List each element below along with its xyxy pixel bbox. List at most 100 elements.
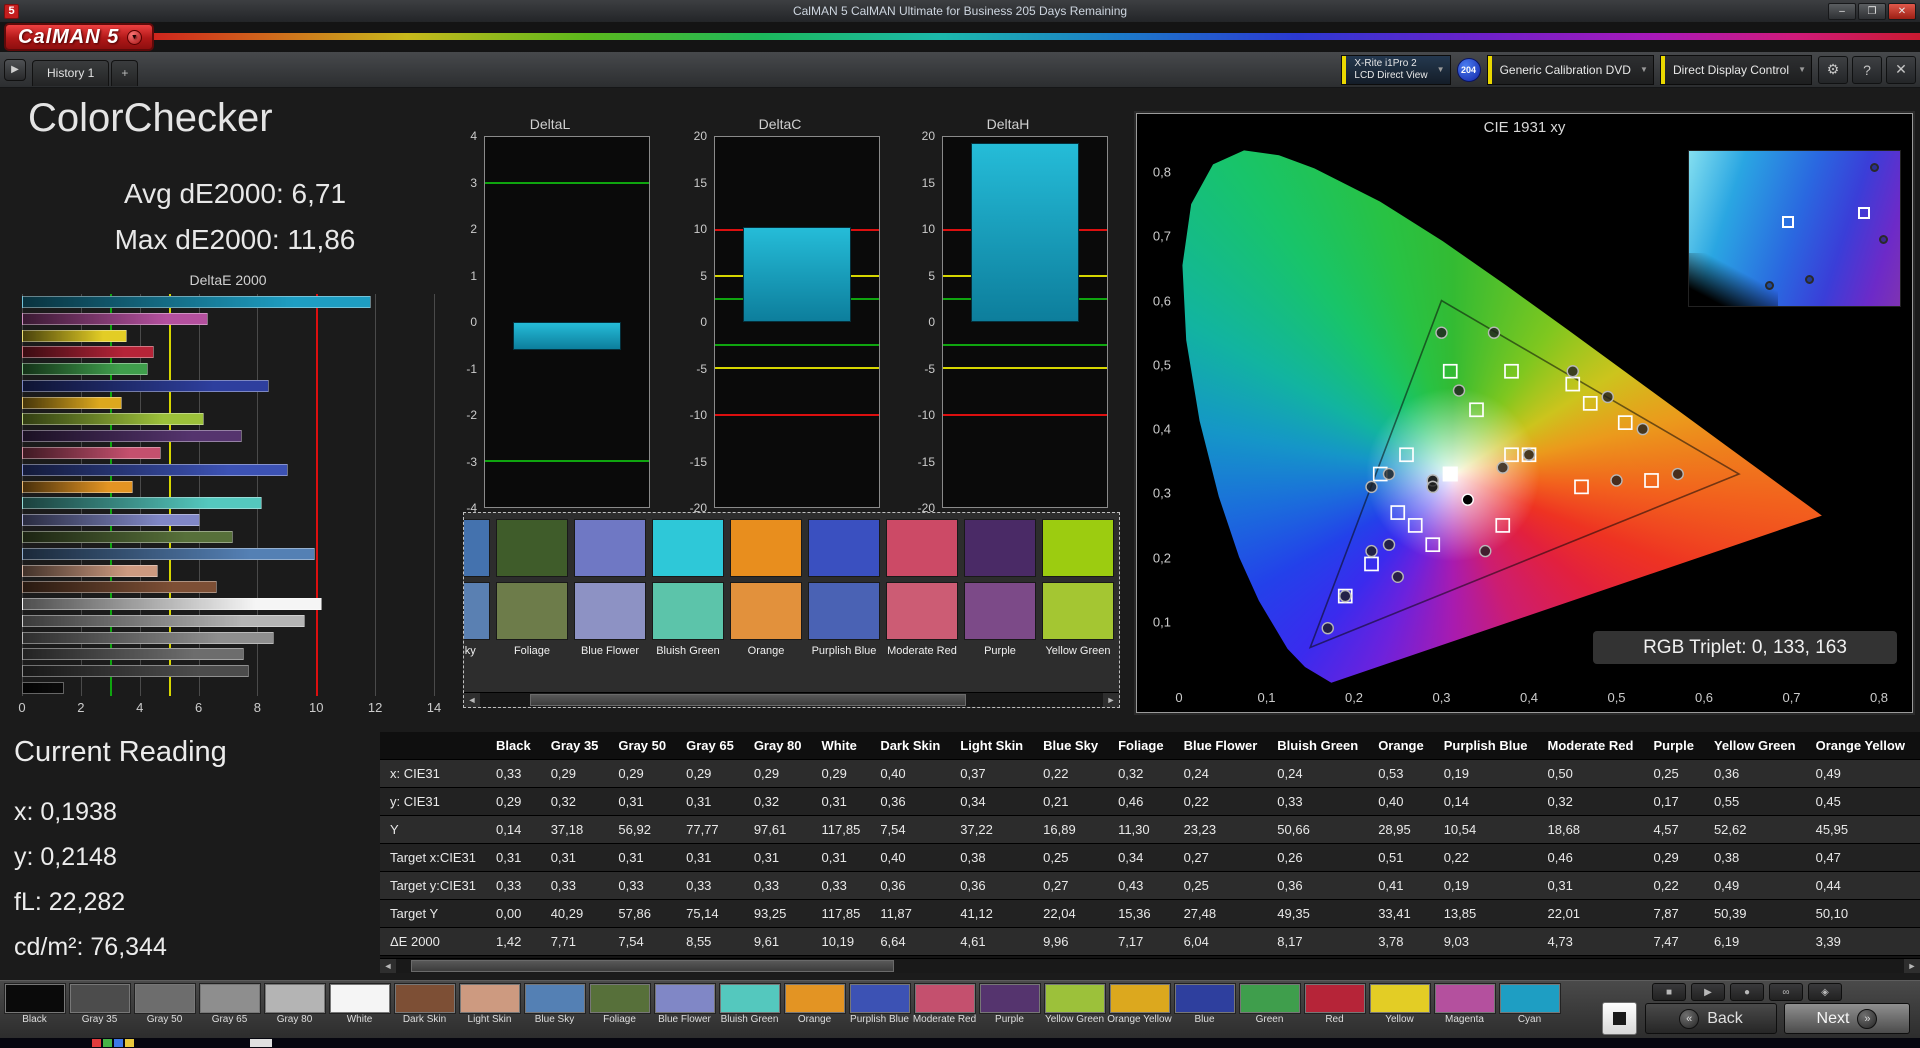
taskbar-icon[interactable] — [114, 1039, 123, 1047]
patch-button[interactable]: Gray 65 — [197, 984, 262, 1026]
help-button[interactable]: ? — [1852, 55, 1882, 84]
table-cell: 75,14 — [676, 899, 744, 928]
app-menu-icon[interactable]: 5 — [4, 3, 19, 19]
stop-button[interactable]: ■ — [1652, 983, 1686, 1001]
measured-swatch[interactable] — [1042, 582, 1114, 640]
swatch-scrollbar[interactable]: ◄ ► — [464, 692, 1119, 707]
source-selector[interactable]: Generic Calibration DVD ▼ — [1486, 54, 1654, 85]
scroll-right-icon[interactable]: ► — [1103, 693, 1119, 707]
table-row: x: CIE31 0,33 0,29 0,29 0,29 0,29 0,29 0,40 0,37… — [380, 759, 1920, 788]
measured-swatch[interactable] — [730, 582, 802, 640]
display-control-selector[interactable]: Direct Display Control ▼ — [1659, 54, 1812, 85]
loop-button[interactable]: ∞ — [1769, 983, 1803, 1001]
reference-swatch[interactable] — [464, 519, 490, 577]
table-scroll-track[interactable] — [396, 959, 1904, 973]
tab-history-1[interactable]: History 1 — [32, 59, 110, 86]
patch-button[interactable]: Yellow Green — [1042, 984, 1107, 1026]
logo-menu-caret-icon[interactable]: ▼ — [127, 29, 143, 45]
maximize-button[interactable]: ❐ — [1858, 2, 1886, 20]
patch-button[interactable]: Blue Flower — [652, 984, 717, 1026]
patch-button[interactable]: Bluish Green — [717, 984, 782, 1026]
taskbar-icon[interactable] — [103, 1039, 112, 1047]
reference-swatch[interactable] — [496, 519, 568, 577]
patch-button[interactable]: White — [327, 984, 392, 1026]
meter-selector[interactable]: X-Rite i1Pro 2 LCD Direct View ▼ — [1341, 54, 1451, 85]
measured-swatch[interactable] — [652, 582, 724, 640]
reference-swatch[interactable] — [1042, 519, 1114, 577]
reference-swatch[interactable] — [574, 519, 646, 577]
reference-swatch[interactable] — [808, 519, 880, 577]
cie-measured-point — [1487, 326, 1501, 339]
close-button[interactable]: ✕ — [1888, 2, 1916, 20]
minimize-button[interactable]: – — [1828, 2, 1856, 20]
reference-swatch[interactable] — [652, 519, 724, 577]
measured-swatch[interactable] — [886, 582, 958, 640]
scroll-left-icon[interactable]: ◄ — [380, 959, 396, 973]
patch-button[interactable]: Purplish Blue — [847, 984, 912, 1026]
table-cell: 0,29 — [608, 759, 677, 788]
patch-button[interactable]: Blue Sky — [522, 984, 587, 1026]
table-cell: 50,39 — [1703, 899, 1806, 928]
add-tab-button[interactable]: + — [111, 59, 139, 86]
patch-button[interactable]: Yellow — [1367, 984, 1432, 1026]
measured-swatch[interactable] — [808, 582, 880, 640]
swatch-scroll-track[interactable] — [480, 693, 1103, 707]
patch-button[interactable]: Gray 35 — [67, 984, 132, 1026]
patch-button[interactable]: Foliage — [587, 984, 652, 1026]
patch-button[interactable]: Gray 80 — [262, 984, 327, 1026]
measured-swatch[interactable] — [464, 582, 490, 640]
taskbar-window-item[interactable] — [250, 1039, 272, 1047]
cie-measured-point — [1566, 365, 1579, 378]
taskbar-icon[interactable] — [92, 1039, 101, 1047]
deltae-axis-tick: 8 — [253, 700, 262, 715]
inset-measured-point — [1878, 234, 1888, 244]
table-cell: 0,33 — [743, 871, 812, 900]
cie-target-point — [1425, 537, 1441, 553]
measured-swatch[interactable] — [964, 582, 1036, 640]
patch-button[interactable]: Green — [1237, 984, 1302, 1026]
scroll-left-icon[interactable]: ◄ — [464, 693, 480, 707]
scroll-right-icon[interactable]: ► — [1904, 959, 1920, 973]
back-button[interactable]: « Back — [1645, 1003, 1777, 1034]
table-scroll-thumb[interactable] — [411, 960, 894, 972]
reference-swatch[interactable] — [964, 519, 1036, 577]
taskbar-icon[interactable] — [125, 1039, 134, 1047]
patch-button[interactable]: Cyan — [1497, 984, 1562, 1026]
patch-button[interactable]: Orange Yellow — [1107, 984, 1172, 1026]
record-button[interactable]: ● — [1730, 983, 1764, 1001]
workspace-close-button[interactable]: ✕ — [1886, 55, 1916, 84]
reference-swatch[interactable] — [730, 519, 802, 577]
table-cell: 7,36 — [1914, 899, 1920, 928]
deltac-chart: DeltaC 20 15 10 5 0 -5 -10 -15 -20 — [680, 116, 880, 515]
current-reading-title: Current Reading — [14, 736, 227, 768]
play-button[interactable]: ▶ — [1691, 983, 1725, 1001]
patch-button[interactable]: Red — [1302, 984, 1367, 1026]
patch-button[interactable]: Moderate Red — [912, 984, 977, 1026]
history-nav-button[interactable]: ▶ — [4, 58, 26, 81]
patch-button[interactable]: Dark Skin — [392, 984, 457, 1026]
reference-swatch[interactable] — [886, 519, 958, 577]
table-scrollbar[interactable]: ◄ ► — [380, 958, 1920, 973]
meter-count-badge[interactable]: 204 — [1456, 57, 1481, 82]
table-cell: 0,29 — [743, 759, 812, 788]
deltae-bar-row — [22, 665, 434, 678]
measured-swatch[interactable] — [496, 582, 568, 640]
patch-button[interactable]: Magenta — [1432, 984, 1497, 1026]
patch-button[interactable]: Black — [2, 984, 67, 1026]
swatch-scroll-thumb[interactable] — [529, 694, 966, 706]
calman-logo[interactable]: CalMAN 5 ▼ — [4, 23, 155, 51]
table-cell: 0,24 — [1267, 759, 1369, 788]
next-button[interactable]: Next » — [1784, 1003, 1910, 1034]
patch-button[interactable]: Light Skin — [457, 984, 522, 1026]
pattern-window-button[interactable] — [1602, 1002, 1637, 1035]
capture-button[interactable]: ◈ — [1808, 983, 1842, 1001]
measured-swatch[interactable] — [574, 582, 646, 640]
settings-gear-button[interactable]: ⚙ — [1818, 55, 1848, 84]
patch-button[interactable]: Purple — [977, 984, 1042, 1026]
patch-label: Orange Yellow — [1107, 1014, 1172, 1025]
patch-button[interactable]: Gray 50 — [132, 984, 197, 1026]
table-cell: 7,54 — [608, 927, 677, 956]
axis-tick-label: 10 — [921, 222, 935, 236]
patch-button[interactable]: Orange — [782, 984, 847, 1026]
patch-button[interactable]: Blue — [1172, 984, 1237, 1026]
